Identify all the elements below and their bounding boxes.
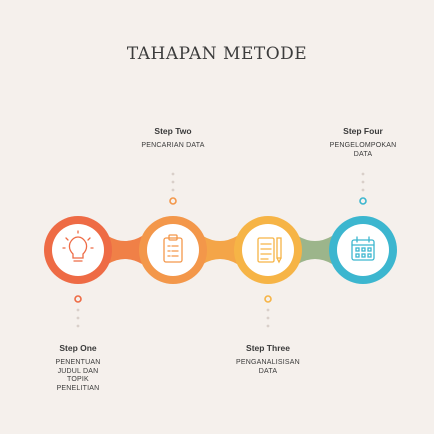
step-one-desc: PENENTUAN JUDUL DAN TOPIK PENELITIAN [55,359,101,392]
step-three-name: Step Three [246,343,290,353]
connector-2-3 [203,236,237,264]
step-two-label: Step Two PENCARIAN DATA [123,126,223,151]
step-four-label: Step Four PENGELOMPOKAN DATA [318,126,408,159]
step-four-desc: PENGELOMPOKAN DATA [329,142,397,158]
step-two-name: Step Two [154,126,192,136]
connector-1-2 [108,236,142,264]
step-four-node [329,216,397,284]
step-three-desc: PENGANALISISAN DATA [236,359,300,375]
step-three-node [234,216,302,284]
stem-step-two [169,172,177,205]
step-one-label: Step One PENENTUAN JUDUL DAN TOPIK PENELITI… [43,343,113,393]
stem-step-one [74,295,82,328]
step-three-label: Step Three PENGANALISISAN DATA [218,343,318,376]
stem-step-four [359,172,367,205]
stem-step-three [264,295,272,328]
step-one-name: Step One [59,343,97,353]
step-two-node [139,216,207,284]
step-one-node [44,216,112,284]
step-four-name: Step Four [343,126,383,136]
connector-3-4 [298,236,332,264]
step-two-desc: PENCARIAN DATA [141,142,205,149]
